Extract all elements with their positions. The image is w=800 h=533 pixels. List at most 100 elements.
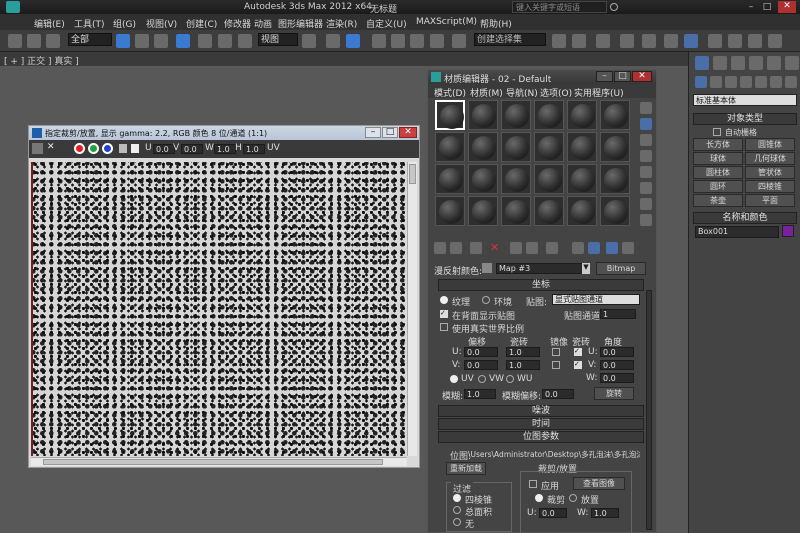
sample-slot[interactable]: [468, 196, 498, 226]
red-channel-icon[interactable]: [74, 143, 85, 154]
sample-slot[interactable]: [435, 132, 465, 162]
me-maximize-button[interactable]: □: [614, 71, 631, 82]
u-offset-field[interactable]: 0.0: [464, 347, 498, 357]
minimize-button[interactable]: –: [744, 2, 758, 12]
me-menu-mode[interactable]: 模式(D): [434, 86, 466, 99]
sample-slot[interactable]: [600, 164, 630, 194]
plane-button[interactable]: 平面: [745, 194, 795, 207]
sample-slot[interactable]: [534, 164, 564, 194]
show-back-checkbox[interactable]: ✓: [440, 310, 448, 318]
sample-slot[interactable]: [567, 196, 597, 226]
show-end-result-icon[interactable]: [588, 242, 600, 254]
geosphere-button[interactable]: 几何球体: [745, 152, 795, 165]
helpers-icon[interactable]: [755, 76, 767, 88]
v-tile-checkbox[interactable]: ✓: [574, 361, 582, 369]
video-color-icon[interactable]: [640, 166, 652, 178]
object-color-swatch[interactable]: [782, 225, 794, 237]
v-angle-field[interactable]: 0.0: [600, 360, 634, 370]
rendered-frame-icon[interactable]: [728, 34, 742, 48]
material-effects-icon[interactable]: [546, 242, 558, 254]
bitmap-path-button[interactable]: \Users\Administrator\Desktop\多孔泡沫\多孔泡沫.j…: [468, 449, 640, 460]
bind-spacewarp-icon[interactable]: [46, 34, 60, 48]
make-preview-icon[interactable]: [640, 182, 652, 194]
snap-3-icon[interactable]: [372, 34, 386, 48]
hierarchy-tab-icon[interactable]: [731, 56, 745, 70]
menu-group[interactable]: 组(G): [113, 17, 136, 30]
u-mirror-checkbox[interactable]: [552, 348, 560, 356]
view-image-button[interactable]: 查看图像: [573, 477, 625, 490]
lights-icon[interactable]: [725, 76, 737, 88]
scale-icon[interactable]: [238, 34, 252, 48]
hscroll-thumb[interactable]: [43, 459, 383, 465]
display-tab-icon[interactable]: [767, 56, 781, 70]
sample-slot[interactable]: [501, 196, 531, 226]
w-field[interactable]: 1.0: [214, 144, 236, 154]
assign-material-icon[interactable]: [470, 242, 482, 254]
me-menu-options[interactable]: 选项(O): [540, 86, 572, 99]
bitmap-params-rollout[interactable]: 位图参数: [438, 431, 644, 443]
place-radio[interactable]: [569, 494, 577, 502]
reset-map-icon[interactable]: ✕: [490, 241, 499, 254]
texture-radio[interactable]: [440, 296, 448, 304]
reference-coord-dropdown[interactable]: 视图: [258, 33, 298, 46]
mapping-dropdown[interactable]: 显式贴图通道: [552, 294, 640, 305]
go-forward-sibling-icon[interactable]: [622, 242, 634, 254]
vertical-scrollbar[interactable]: [407, 162, 417, 456]
systems-icon[interactable]: [785, 76, 797, 88]
bitmap-minimize-button[interactable]: –: [365, 127, 381, 138]
move-icon[interactable]: [198, 34, 212, 48]
bitmap-close-button[interactable]: ✕: [399, 127, 417, 138]
time-rollout[interactable]: 时间: [438, 418, 644, 430]
ribbon-icon[interactable]: [620, 34, 634, 48]
save-icon[interactable]: [32, 143, 43, 154]
render-production-icon[interactable]: [748, 34, 762, 48]
sphere-button[interactable]: 球体: [693, 152, 743, 165]
close-button[interactable]: ✕: [778, 1, 796, 13]
maximize-button[interactable]: □: [760, 2, 774, 12]
v-field[interactable]: 0.0: [181, 144, 203, 154]
pyramid-button[interactable]: 四棱锥: [745, 180, 795, 193]
menu-help[interactable]: 帮助(H): [480, 17, 512, 30]
search-icon[interactable]: [610, 3, 618, 11]
close-view-icon[interactable]: ✕: [47, 142, 55, 152]
uv-radio[interactable]: [450, 375, 458, 383]
show-shaded-icon[interactable]: [572, 242, 584, 254]
rotate-icon[interactable]: [218, 34, 232, 48]
uv-toggle[interactable]: UV: [267, 143, 280, 153]
sample-slot[interactable]: [567, 164, 597, 194]
sample-slot-active[interactable]: [435, 100, 465, 130]
uv-tiling-icon[interactable]: [640, 150, 652, 162]
window-crossing-icon[interactable]: [176, 34, 190, 48]
manipulate-icon[interactable]: [346, 34, 360, 48]
sample-slot[interactable]: [534, 196, 564, 226]
environment-radio[interactable]: [482, 296, 490, 304]
unlink-icon[interactable]: [27, 34, 41, 48]
reload-button[interactable]: 重新加载: [446, 462, 486, 475]
sample-slot[interactable]: [534, 132, 564, 162]
menu-edit[interactable]: 编辑(E): [34, 17, 65, 30]
menu-create[interactable]: 创建(C): [186, 17, 217, 30]
cylinder-button[interactable]: 圆柱体: [693, 166, 743, 179]
bitmap-image[interactable]: [31, 162, 405, 456]
curve-editor-icon[interactable]: [642, 34, 656, 48]
vw-radio[interactable]: [478, 375, 486, 383]
select-by-material-icon[interactable]: [640, 214, 652, 226]
object-name-field[interactable]: Box001: [695, 226, 779, 238]
menu-graph-editors[interactable]: 图形编辑器: [278, 17, 323, 30]
map-type-button[interactable]: Bitmap: [596, 262, 646, 275]
crop-w-field[interactable]: 1.0: [591, 508, 619, 518]
link-icon[interactable]: [8, 34, 22, 48]
render-setup-icon[interactable]: [708, 34, 722, 48]
coordinates-rollout[interactable]: 坐标: [438, 279, 644, 291]
backlight-icon[interactable]: [640, 118, 652, 130]
name-color-rollout[interactable]: 名称和颜色: [693, 212, 797, 224]
pivot-center-icon[interactable]: [302, 34, 316, 48]
sample-slot[interactable]: [600, 100, 630, 130]
v-offset-field[interactable]: 0.0: [464, 360, 498, 370]
sample-slot[interactable]: [600, 196, 630, 226]
align-icon[interactable]: [572, 34, 586, 48]
background-icon[interactable]: [640, 134, 652, 146]
blue-channel-icon[interactable]: [102, 143, 113, 154]
options-icon[interactable]: [640, 198, 652, 210]
wu-radio[interactable]: [506, 375, 514, 383]
